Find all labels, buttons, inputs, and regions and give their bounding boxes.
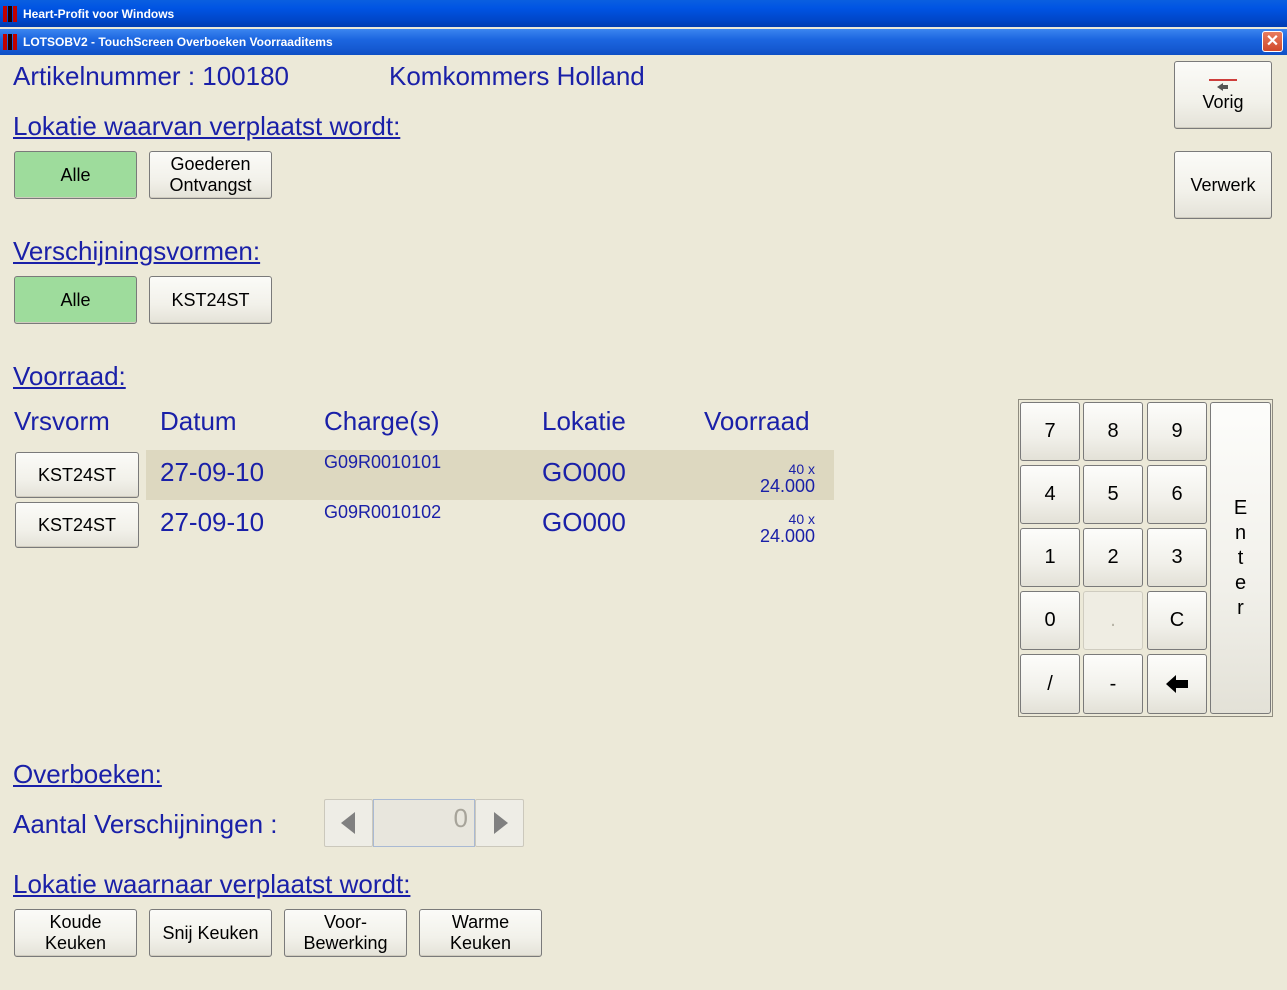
target-preprocessing-button[interactable]: Voor- Bewerking: [284, 909, 407, 957]
article-name: Komkommers Holland: [389, 61, 645, 91]
row-form-label: KST24ST: [37, 514, 117, 535]
row-qty: 24.000: [759, 526, 815, 546]
verwerk-label: Verwerk: [1190, 174, 1256, 195]
enter-key[interactable]: E n t e r: [1210, 402, 1271, 714]
forms-kst24st-label: KST24ST: [171, 289, 250, 310]
enter-letter: E: [1233, 496, 1248, 519]
article-number: Artikelnummer : 100180: [13, 61, 290, 91]
key-slash[interactable]: /: [1020, 654, 1080, 714]
source-location-title: Lokatie waarvan verplaatst wordt:: [13, 111, 401, 141]
key-4[interactable]: 4: [1020, 465, 1080, 524]
col-lokatie: Lokatie: [542, 406, 626, 436]
row-qty-units: 40 x: [788, 511, 815, 527]
target-cut-kitchen-label: Snij Keuken: [162, 922, 259, 943]
vorig-button[interactable]: Vorig: [1174, 61, 1272, 129]
outer-titlebar: Heart-Profit voor Windows: [0, 0, 1287, 27]
key-5[interactable]: 5: [1083, 465, 1143, 524]
key-decimal: .: [1083, 591, 1143, 650]
target-cold-kitchen-label: Koude Keuken: [44, 912, 107, 953]
key-3[interactable]: 3: [1147, 528, 1207, 587]
forms-all-label: Alle: [60, 289, 91, 310]
inner-titlebar: LOTSOBV2 - TouchScreen Overboeken Voorra…: [0, 29, 1287, 55]
row-date: 27-09-10: [160, 457, 265, 487]
outer-title: Heart-Profit voor Windows: [23, 6, 175, 21]
main-content: Artikelnummer : 100180 Komkommers Hollan…: [0, 55, 1287, 990]
row-location: GO000: [542, 507, 626, 537]
col-vrsvorm: Vrsvorm: [14, 406, 110, 436]
forms-kst24st-button[interactable]: KST24ST: [149, 276, 272, 324]
key-label: C: [1169, 609, 1185, 631]
key-label: /: [1047, 672, 1053, 695]
key-label: 2: [1107, 546, 1119, 568]
key-label: 7: [1044, 420, 1056, 442]
backspace-arrow-icon: [1166, 675, 1188, 693]
arrow-left-icon: [341, 812, 355, 834]
row-qty: 24.000: [759, 476, 815, 496]
numeric-keypad: 7 8 9 4 5 6 1 2 3 0 . C / - E n t e r: [1018, 399, 1273, 717]
close-button[interactable]: ✕: [1262, 31, 1283, 52]
table-row-form-button[interactable]: KST24ST: [15, 452, 139, 498]
app-logo-icon: [3, 5, 19, 22]
enter-letter: r: [1237, 596, 1244, 619]
enter-letter: n: [1234, 521, 1247, 544]
key-label: .: [1110, 609, 1116, 631]
col-charge: Charge(s): [324, 406, 440, 436]
row-qty-units: 40 x: [788, 461, 815, 477]
key-label: 1: [1044, 546, 1056, 568]
key-minus[interactable]: -: [1083, 654, 1143, 714]
source-goods-receipt-button[interactable]: Goederen Ontvangst: [149, 151, 272, 199]
target-preprocessing-label: Voor- Bewerking: [303, 912, 388, 953]
table-row-form-button[interactable]: KST24ST: [15, 502, 139, 548]
stock-title: Voorraad:: [13, 361, 126, 391]
back-arrow-icon: [1209, 78, 1237, 91]
source-all-label: Alle: [60, 164, 91, 185]
transfer-title: Overboeken:: [13, 759, 162, 789]
key-label: 3: [1171, 546, 1183, 568]
key-backspace[interactable]: [1147, 654, 1207, 714]
app-logo-icon: [3, 34, 19, 50]
key-label: 6: [1171, 483, 1183, 505]
key-label: 5: [1107, 483, 1119, 505]
target-cut-kitchen-button[interactable]: Snij Keuken: [149, 909, 272, 957]
key-label: 4: [1044, 483, 1056, 505]
row-form-label: KST24ST: [37, 464, 117, 485]
target-warm-kitchen-button[interactable]: Warme Keuken: [419, 909, 542, 957]
stepper-increment-button[interactable]: [475, 799, 524, 847]
col-voorraad: Voorraad: [704, 406, 810, 436]
row-date: 27-09-10: [160, 507, 265, 537]
col-datum: Datum: [160, 406, 237, 436]
key-label: -: [1109, 672, 1117, 695]
arrow-right-icon: [494, 812, 508, 834]
row-charge: G09R0010101: [324, 452, 442, 472]
close-icon: ✕: [1265, 33, 1280, 50]
key-2[interactable]: 2: [1083, 528, 1143, 587]
row-location: GO000: [542, 457, 626, 487]
key-9[interactable]: 9: [1147, 402, 1207, 461]
key-label: 9: [1171, 420, 1183, 442]
inner-title: LOTSOBV2 - TouchScreen Overboeken Voorra…: [23, 35, 333, 49]
key-1[interactable]: 1: [1020, 528, 1080, 587]
count-label: Aantal Verschijningen :: [13, 809, 278, 839]
target-cold-kitchen-button[interactable]: Koude Keuken: [14, 909, 137, 957]
key-6[interactable]: 6: [1147, 465, 1207, 524]
row-charge: G09R0010102: [324, 502, 442, 522]
enter-letter: e: [1234, 571, 1247, 594]
target-warm-kitchen-label: Warme Keuken: [449, 912, 512, 953]
count-input[interactable]: 0: [373, 799, 475, 847]
verwerk-button[interactable]: Verwerk: [1174, 151, 1272, 219]
key-8[interactable]: 8: [1083, 402, 1143, 461]
source-goods-receipt-label: Goederen Ontvangst: [169, 154, 252, 195]
enter-letter: t: [1237, 546, 1244, 569]
key-0[interactable]: 0: [1020, 591, 1080, 650]
forms-title: Verschijningsvormen:: [13, 236, 261, 266]
key-label: 8: [1107, 420, 1119, 442]
target-location-title: Lokatie waarnaar verplaatst wordt:: [13, 869, 411, 899]
source-all-button[interactable]: Alle: [14, 151, 137, 199]
key-label: 0: [1044, 609, 1056, 631]
key-clear[interactable]: C: [1147, 591, 1207, 650]
forms-all-button[interactable]: Alle: [14, 276, 137, 324]
stepper-decrement-button[interactable]: [324, 799, 373, 847]
key-7[interactable]: 7: [1020, 402, 1080, 461]
vorig-label: Vorig: [1202, 91, 1244, 112]
